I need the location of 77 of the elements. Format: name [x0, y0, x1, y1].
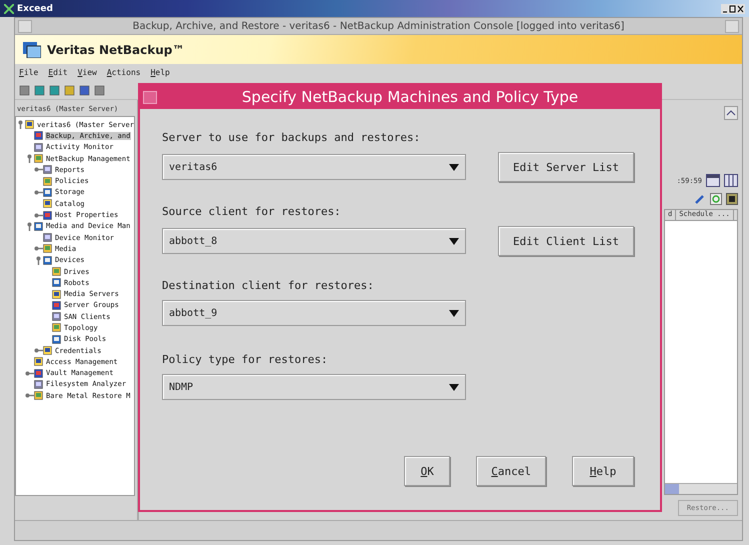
toolbar-icon[interactable] — [64, 84, 75, 96]
menu-item[interactable]: Actions — [106, 68, 141, 77]
columns-icon[interactable] — [724, 174, 738, 187]
logo-icon — [23, 42, 41, 58]
menu-item[interactable]: File — [19, 68, 38, 77]
horizontal-scrollbar[interactable] — [665, 483, 737, 494]
dropdown[interactable]: veritas6 — [162, 154, 466, 180]
dropdown[interactable]: abbott_8 — [162, 228, 466, 254]
expander-icon[interactable] — [25, 391, 34, 400]
field-label: Destination client for restores: — [162, 279, 375, 292]
node-icon — [43, 165, 52, 174]
node-icon — [43, 188, 52, 197]
node-icon — [34, 368, 43, 378]
expander-icon[interactable] — [34, 165, 43, 174]
node-icon — [34, 391, 43, 400]
node-icon — [34, 142, 43, 152]
expander-icon[interactable] — [34, 346, 43, 356]
toolbar-icon[interactable] — [34, 84, 45, 96]
toolbar-icon[interactable] — [94, 84, 105, 96]
dialog-button[interactable]: Cancel — [476, 456, 546, 486]
node-icon — [52, 290, 61, 299]
toolbar-icon[interactable] — [726, 193, 738, 205]
window-title: Backup, Archive, and Restore - veritas6 - NetBackup Administration Console [logged into veritas6] — [132, 20, 626, 32]
node-icon — [25, 120, 34, 130]
node-icon — [43, 176, 52, 186]
dropdown-arrow-icon — [449, 384, 459, 390]
node-icon — [34, 131, 43, 140]
menu-item[interactable]: View — [78, 68, 97, 77]
menu-item[interactable]: Edit — [48, 68, 68, 77]
expander-icon[interactable] — [34, 210, 43, 220]
node-icon — [34, 154, 43, 164]
node-icon — [43, 244, 52, 254]
node-icon — [52, 278, 61, 288]
node-icon — [43, 210, 52, 220]
window-controls-icon[interactable] — [721, 4, 745, 14]
exceed-logo-icon — [4, 4, 14, 14]
node-icon — [43, 233, 52, 242]
dialog-title: Specify NetBackup Machines and Policy Type — [240, 88, 580, 106]
expander-icon[interactable] — [16, 120, 25, 130]
expander-icon[interactable] — [34, 256, 43, 265]
field-label: Source client for restores: — [162, 205, 342, 218]
product-title: Veritas NetBackup™ — [47, 42, 184, 56]
expander-icon[interactable] — [25, 222, 34, 231]
edit-list-button[interactable]: Edit Client List — [498, 226, 634, 256]
dialog-button[interactable]: Help — [572, 456, 634, 486]
node-icon — [43, 256, 52, 265]
expander-icon[interactable] — [34, 188, 43, 197]
field-label: Policy type for restores: — [162, 353, 329, 366]
dropdown[interactable]: abbott_9 — [162, 300, 466, 326]
node-icon — [43, 346, 52, 356]
dropdown-arrow-icon — [449, 238, 459, 244]
expander-icon[interactable] — [34, 244, 43, 254]
app-title: Exceed — [17, 4, 54, 14]
system-menu-button[interactable] — [143, 90, 157, 104]
expander-icon[interactable] — [25, 154, 34, 164]
node-icon — [52, 334, 61, 344]
node-icon — [34, 222, 43, 231]
edit-list-button[interactable]: Edit Server List — [498, 152, 634, 182]
node-icon — [34, 357, 43, 366]
menu-item[interactable]: Help — [150, 68, 170, 77]
node-icon — [52, 267, 61, 276]
toolbar-icon[interactable] — [79, 84, 90, 96]
dropdown-arrow-icon — [449, 310, 459, 316]
expander-icon[interactable] — [25, 368, 34, 378]
dropdown[interactable]: NDMP — [162, 374, 466, 400]
node-icon — [43, 199, 52, 208]
node-icon — [34, 380, 43, 389]
dropdown-arrow-icon — [449, 164, 459, 170]
dialog-button[interactable]: OK — [404, 456, 450, 486]
node-icon — [52, 312, 61, 322]
node-icon — [52, 323, 61, 332]
field-label: Server to use for backups and restores: — [162, 131, 422, 144]
calendar-icon[interactable] — [706, 174, 720, 187]
toolbar-icon[interactable] — [49, 84, 60, 96]
panel-icon[interactable] — [724, 106, 738, 120]
node-icon — [52, 300, 61, 310]
toolbar-icon[interactable] — [19, 84, 30, 96]
